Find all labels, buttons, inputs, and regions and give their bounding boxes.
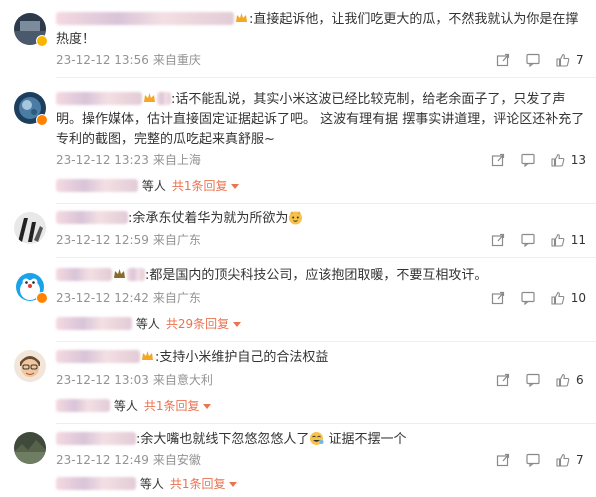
comment-actions: 7: [480, 452, 586, 468]
reply-summary: 等人 共1条回复: [56, 398, 212, 414]
comment-icon[interactable]: [521, 291, 535, 305]
username[interactable]: [56, 92, 142, 105]
reply-summary: 等人 共1条回复: [56, 476, 238, 492]
comment-icon[interactable]: [526, 373, 540, 387]
username[interactable]: [56, 432, 136, 445]
comment-text: :都是国内的顶尖科技公司，应该抱团取暖，不要互相攻讦。: [56, 266, 586, 286]
comment-meta: 23-12-12 12:42 来自广东: [56, 290, 201, 306]
divider: [56, 257, 596, 258]
like-count: 13: [570, 153, 586, 167]
comment-location: 来自意大利: [152, 373, 213, 387]
emoji-icon: [309, 431, 324, 446]
reply-usernames: [56, 477, 136, 490]
reply-summary: 等人 共1条回复: [56, 178, 240, 194]
reply-usernames: [56, 179, 138, 192]
divider: [56, 203, 596, 204]
reply-usernames: [56, 399, 110, 412]
comment-icon[interactable]: [526, 453, 540, 467]
comment-icon[interactable]: [526, 53, 540, 67]
like-count: 7: [576, 53, 584, 67]
comment-text: :话不能乱说，其实小米这波已经比较克制，给老余面子了，只发了声明。操作媒体，估计…: [56, 92, 585, 147]
comment-meta: 23-12-12 12:59 来自广东: [56, 232, 201, 248]
comment-text: :支持小米维护自己的合法权益: [56, 348, 586, 368]
emoji-icon: [288, 210, 303, 225]
comment-icon[interactable]: [521, 233, 535, 247]
comment-text: :直接起诉他，让我们吃更大的瓜，不然我就认为你是在撑热度！: [56, 12, 579, 47]
share-icon[interactable]: [496, 373, 510, 387]
like-icon[interactable]: [551, 291, 565, 305]
reply-summary: 等人 共29条回复: [56, 316, 242, 332]
like-icon[interactable]: [556, 453, 570, 467]
comment-actions: 7: [480, 52, 586, 68]
crown-icon: [235, 12, 248, 24]
crown-icon: [143, 92, 156, 104]
crown-icon: [113, 268, 126, 280]
share-icon[interactable]: [496, 453, 510, 467]
comment-text: :余大嘴也就线下忽悠忽悠人了 证据不摆一个: [56, 430, 586, 450]
comment-feed: :直接起诉他，让我们吃更大的瓜，不然我就认为你是在撑热度！ 23-12-12 1…: [0, 0, 596, 497]
comment-actions: 11: [475, 232, 586, 248]
avatar[interactable]: [14, 212, 46, 244]
share-icon[interactable]: [491, 233, 505, 247]
comment-meta: 23-12-12 13:03 来自意大利: [56, 372, 213, 388]
reply-usernames: [56, 317, 132, 330]
like-count: 10: [570, 291, 586, 305]
comment-text: :余承东仗着华为就为所欲为: [56, 209, 586, 229]
avatar[interactable]: [14, 432, 46, 464]
comment-date: 23-12-12 13:23: [56, 153, 149, 167]
crown-icon: [141, 350, 154, 362]
view-replies-link[interactable]: 共1条回复: [144, 399, 200, 413]
view-replies-link[interactable]: 共1条回复: [170, 477, 226, 491]
comment-date: 23-12-12 12:59: [56, 233, 149, 247]
verified-badge-icon: [36, 114, 48, 126]
username[interactable]: [56, 12, 234, 25]
comment-location: 来自安徽: [152, 453, 201, 467]
like-count: 7: [576, 453, 584, 467]
username[interactable]: [56, 268, 112, 281]
share-icon[interactable]: [496, 53, 510, 67]
like-count: 6: [576, 373, 584, 387]
chevron-down-icon: [203, 404, 212, 409]
avatar[interactable]: [14, 350, 46, 382]
like-icon[interactable]: [551, 153, 565, 167]
chevron-down-icon: [231, 184, 240, 189]
comment-actions: 6: [480, 372, 586, 388]
comment-meta: 23-12-12 13:56 来自重庆: [56, 52, 201, 68]
chevron-down-icon: [233, 322, 242, 327]
comment-actions: 13: [475, 152, 586, 168]
like-icon[interactable]: [556, 373, 570, 387]
comment-meta: 23-12-12 12:49 来自安徽: [56, 452, 201, 468]
comment-date: 23-12-12 12:49: [56, 453, 149, 467]
comment-location: 来自广东: [152, 291, 201, 305]
username[interactable]: [56, 211, 128, 224]
like-icon[interactable]: [551, 233, 565, 247]
comment-actions: 10: [475, 290, 586, 306]
like-count: 11: [570, 233, 586, 247]
divider: [56, 77, 596, 78]
share-icon[interactable]: [491, 153, 505, 167]
like-icon[interactable]: [556, 53, 570, 67]
username[interactable]: [56, 350, 140, 363]
comment-location: 来自重庆: [152, 53, 201, 67]
comment-location: 来自广东: [152, 233, 201, 247]
divider: [56, 341, 596, 342]
verified-badge-icon: [36, 35, 48, 47]
chevron-down-icon: [229, 482, 238, 487]
divider: [56, 423, 596, 424]
comment-location: 来自上海: [152, 153, 201, 167]
comment-date: 23-12-12 13:03: [56, 373, 149, 387]
share-icon[interactable]: [491, 291, 505, 305]
comment-date: 23-12-12 12:42: [56, 291, 149, 305]
comment-date: 23-12-12 13:56: [56, 53, 149, 67]
comment-icon[interactable]: [521, 153, 535, 167]
comment-meta: 23-12-12 13:23 来自上海: [56, 152, 201, 168]
view-replies-link[interactable]: 共29条回复: [166, 317, 229, 331]
verified-badge-icon: [36, 292, 48, 304]
view-replies-link[interactable]: 共1条回复: [172, 179, 228, 193]
